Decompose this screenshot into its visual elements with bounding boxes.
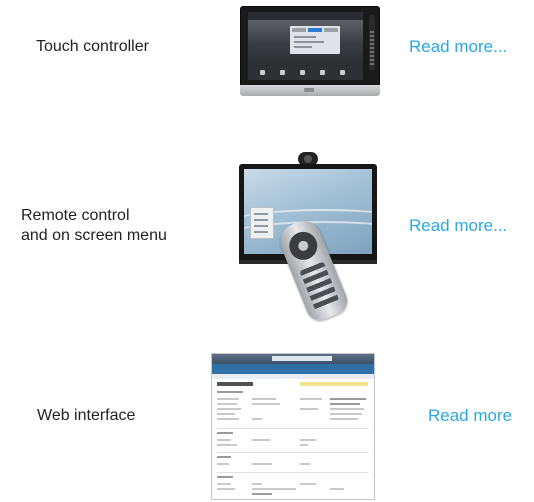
web-notice xyxy=(300,382,368,386)
popup-tab xyxy=(324,28,338,32)
touch-screen-dock xyxy=(248,66,363,80)
browser-chrome xyxy=(212,354,374,364)
popup-line xyxy=(294,46,312,48)
remote-control-label: Remote control and on screen menu xyxy=(21,207,167,244)
touch-controller-bezel xyxy=(240,6,380,87)
remote-control-tv-image xyxy=(232,148,382,325)
touch-controller-base xyxy=(240,85,380,96)
touch-screen-popup xyxy=(290,26,340,54)
on-screen-menu xyxy=(250,207,274,239)
web-page-title xyxy=(217,382,253,386)
popup-line xyxy=(294,41,324,43)
read-more-remote-control-link[interactable]: Read more... xyxy=(409,216,507,236)
web-interface-image xyxy=(211,353,375,500)
popup-tab xyxy=(292,28,306,32)
read-more-touch-controller-link[interactable]: Read more... xyxy=(409,37,507,57)
touch-controller-label: Touch controller xyxy=(36,38,149,55)
popup-tab-active xyxy=(308,28,322,32)
web-nav-bar xyxy=(212,374,374,379)
touch-controller-image xyxy=(240,6,380,96)
popup-line xyxy=(294,36,316,38)
touch-screen-topbar xyxy=(248,12,363,20)
web-header-bar xyxy=(212,364,374,374)
touch-controller-screen xyxy=(248,12,363,80)
remote-keypad xyxy=(299,261,340,311)
remote-dpad xyxy=(285,227,322,265)
volume-slider-icon xyxy=(369,15,375,71)
web-interface-label: Web interface xyxy=(37,407,136,424)
read-more-web-interface-link[interactable]: Read more xyxy=(428,406,512,426)
